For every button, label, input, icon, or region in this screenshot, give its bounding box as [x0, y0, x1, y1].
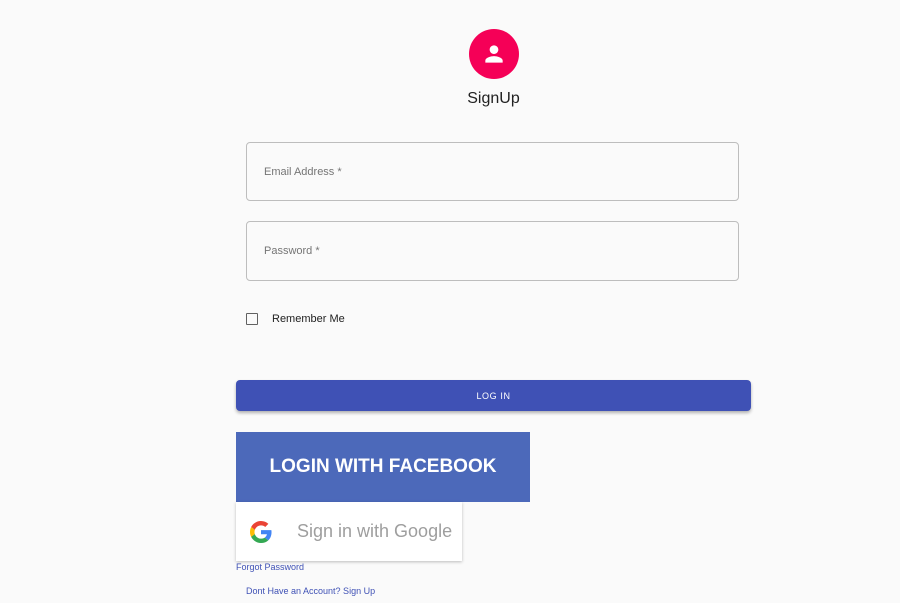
google-g-icon	[250, 520, 272, 543]
avatar	[469, 29, 519, 79]
email-input[interactable]	[247, 143, 738, 200]
password-input[interactable]	[247, 222, 738, 280]
remember-label: Remember Me	[272, 313, 345, 325]
google-signin-label: Sign in with Google	[297, 521, 453, 541]
remember-me[interactable]: Remember Me	[246, 313, 345, 325]
google-signin-button[interactable]: Sign in with Google	[236, 502, 462, 561]
person-icon	[485, 45, 503, 63]
password-field[interactable]: Password *	[246, 221, 739, 281]
remember-checkbox[interactable]	[246, 313, 258, 325]
facebook-login-button[interactable]: LOGIN WITH FACEBOOK	[236, 432, 530, 502]
email-field[interactable]: Email Address *	[246, 142, 739, 201]
facebook-login-label: LOGIN WITH FACEBOOK	[269, 456, 497, 477]
forgot-password-link[interactable]: Forgot Password	[236, 562, 304, 572]
login-button[interactable]: LOG IN	[236, 380, 751, 411]
signup-link[interactable]: Dont Have an Account? Sign Up	[246, 586, 375, 596]
page-title: SignUp	[467, 90, 520, 107]
